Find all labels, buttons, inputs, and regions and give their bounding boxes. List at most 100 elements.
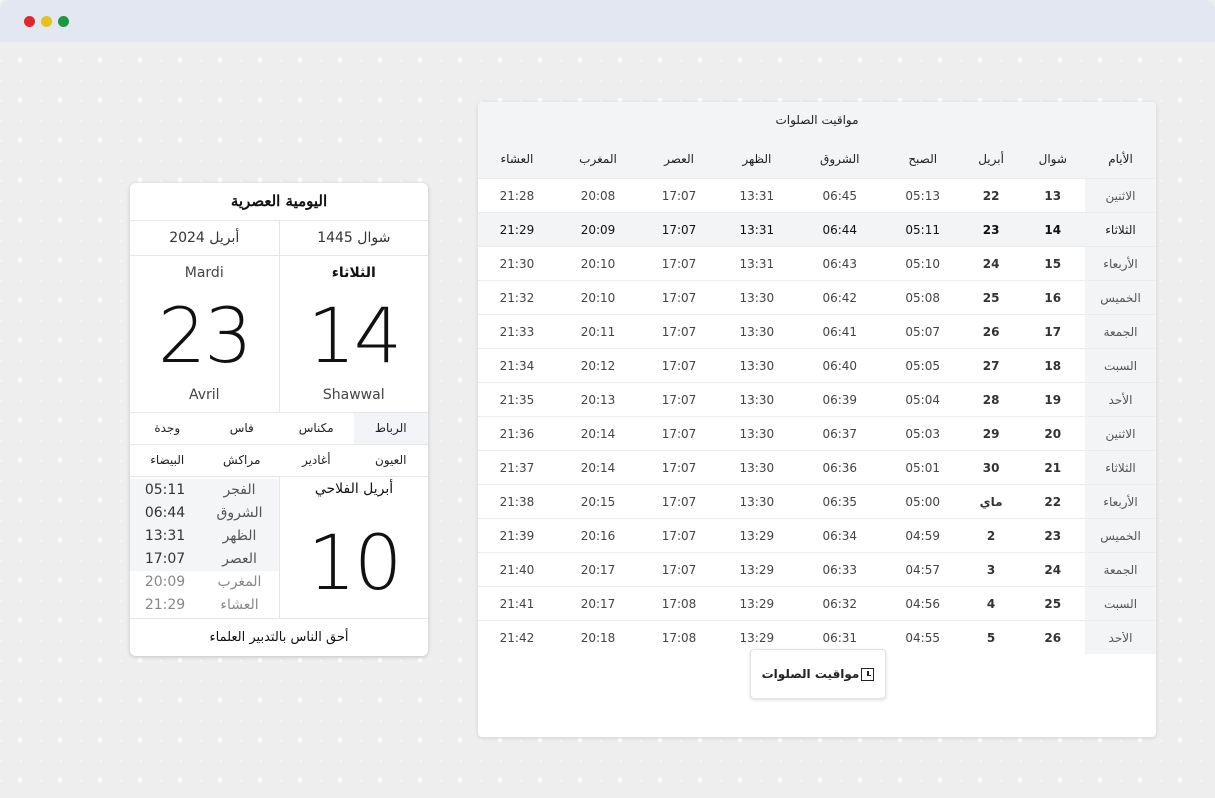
table-cell: 13:30 [717, 484, 796, 519]
table-cell: ماي [961, 484, 1021, 519]
city-tab[interactable]: البيضاء [130, 445, 205, 476]
table-cell: 06:36 [795, 450, 884, 485]
table-cell: 05:10 [883, 246, 962, 281]
table-row: الخميس 16 25 05:08 06:42 13:30 17:07 20:10 21:32 [478, 280, 1156, 315]
table-cell: 21:33 [478, 314, 556, 349]
table-cell: 25 [1020, 586, 1085, 621]
table-cell: 04:57 [883, 552, 962, 587]
prayer-table-panel: مواقيت الصلوات الأيام شوال أبريل الصبح ا… [478, 102, 1156, 737]
table-cell: 21:36 [478, 416, 556, 451]
table-row: الأربعاء 15 24 05:10 06:43 13:31 17:07 20:10 21:… [478, 246, 1156, 281]
table-cell: 21:37 [478, 450, 556, 485]
table-cell: الثلاثاء [1085, 450, 1156, 485]
prayer-name: العشاء [220, 597, 259, 613]
prayer-times-list: 05:11 الفجر 06:44 الشروق 13:31 الظهر 17:… [130, 477, 280, 618]
table-cell: 13:31 [717, 212, 796, 247]
table-cell: 13:30 [717, 416, 796, 451]
city-tab[interactable]: أغادير [279, 445, 354, 476]
table-cell: 17:07 [640, 314, 718, 349]
table-cell: 25 [961, 280, 1021, 315]
column-header: العشاء [478, 140, 556, 179]
column-header: الأيام [1085, 140, 1156, 179]
minimize-window-button[interactable] [41, 16, 52, 27]
table-cell: 3 [961, 552, 1021, 587]
table-cell: 05:03 [883, 416, 962, 451]
city-tab[interactable]: العيون [354, 445, 429, 476]
table-cell: الجمعة [1085, 552, 1156, 587]
table-row: الاثنين 13 22 05:13 06:45 13:31 17:07 20:08 21:2… [478, 178, 1156, 213]
hijri-month-name: Shawwal [322, 387, 385, 403]
table-cell: 06:45 [795, 178, 884, 213]
table-header-row: الأيام شوال أبريل الصبح الشروق الظهر الع… [478, 140, 1156, 179]
prayer-row: 17:07 العصر [130, 548, 279, 571]
maximize-window-button[interactable] [58, 16, 69, 27]
table-cell: 20:09 [555, 212, 641, 247]
table-cell: 21:30 [478, 246, 556, 281]
table-cell: 28 [961, 382, 1021, 417]
prayer-times-button-label: مواقيت الصلوات [761, 667, 860, 681]
day-column-filler [1087, 622, 1156, 632]
table-cell: 17:07 [640, 382, 718, 417]
table-cell: السبت [1085, 586, 1156, 621]
table-cell: 5 [961, 620, 1021, 654]
table-cell: 04:55 [883, 620, 962, 654]
table-cell: 21:41 [478, 586, 556, 621]
greg-month-year: أبريل 2024 [130, 221, 280, 255]
table-cell: 21:35 [478, 382, 556, 417]
table-cell: الخميس [1085, 518, 1156, 553]
city-tab[interactable]: وجدة [130, 413, 205, 444]
column-header: العصر [640, 140, 718, 179]
table-cell: 13 [1020, 178, 1085, 213]
date-display: Mardi 23 Avril الثلاثاء 14 Shawwal [130, 256, 428, 413]
table-cell: 13:30 [717, 314, 796, 349]
clock-icon [861, 667, 875, 681]
table-cell: 17:07 [640, 416, 718, 451]
city-selector-row-2: العيون أغادير مراكش البيضاء [130, 445, 428, 477]
table-cell: 20:10 [555, 246, 641, 281]
table-row: الثلاثاء 21 30 05:01 06:36 13:30 17:07 20:14 21:… [478, 450, 1156, 485]
agri-day-number: 10 [307, 518, 403, 607]
table-row: الجمعة 17 26 05:07 06:41 13:30 17:07 20:11 21:33 [478, 314, 1156, 349]
table-body: الاثنين 13 22 05:13 06:45 13:31 17:07 20:08 21:2… [478, 178, 1156, 654]
city-tab[interactable]: مراكش [205, 445, 280, 476]
prayer-times-button[interactable]: مواقيت الصلوات [750, 649, 886, 699]
table-cell: 05:01 [883, 450, 962, 485]
table-cell: 29 [961, 416, 1021, 451]
prayer-time: 21:29 [144, 597, 186, 613]
table-cell: الاثنين [1085, 178, 1156, 213]
table-cell: 05:07 [883, 314, 962, 349]
close-window-button[interactable] [24, 16, 35, 27]
table-row: السبت 18 27 05:05 06:40 13:30 17:07 20:12 21:34 [478, 348, 1156, 383]
table-cell: 20:14 [555, 416, 641, 451]
city-tab[interactable]: فاس [205, 413, 280, 444]
table-cell: 21:34 [478, 348, 556, 383]
table-row: الأربعاء 22 ماي 05:00 06:35 13:30 17:07 20:15 21… [478, 484, 1156, 519]
table-cell: 05:13 [883, 178, 962, 213]
prayer-name: المغرب [217, 574, 262, 590]
table-cell: 17:07 [640, 552, 718, 587]
table-cell: 20:12 [555, 348, 641, 383]
quote-text: أحق الناس بالتدبير العلماء [209, 630, 349, 645]
table-row: الجمعة 24 3 04:57 06:33 13:29 17:07 20:17 21:40 [478, 552, 1156, 587]
hijri-date-panel: الثلاثاء 14 Shawwal [280, 256, 429, 412]
city-tab[interactable]: الرباط [353, 413, 428, 444]
table-cell: 24 [1020, 552, 1085, 587]
table-cell: 17:07 [640, 450, 718, 485]
card-title: اليومية العصرية [130, 183, 428, 221]
table-cell: 17:07 [640, 246, 718, 281]
table-cell: 13:31 [717, 178, 796, 213]
month-year-row: أبريل 2024 شوال 1445 [130, 221, 428, 256]
table-row: السبت 25 4 04:56 06:32 13:29 17:08 20:17 21:41 [478, 586, 1156, 621]
table-cell: 30 [961, 450, 1021, 485]
table-cell: 13:29 [717, 586, 796, 621]
table-cell: الأربعاء [1085, 484, 1156, 519]
prayer-row: 05:11 الفجر [130, 479, 279, 502]
table-cell: 21:32 [478, 280, 556, 315]
city-tab[interactable]: مكناس [279, 413, 354, 444]
prayer-name: الشروق [216, 505, 263, 521]
table-cell: 21 [1020, 450, 1085, 485]
table-cell: 20:16 [555, 518, 641, 553]
calendar-card: اليومية العصرية أبريل 2024 شوال 1445 Mar… [130, 183, 428, 656]
table-cell: 21:38 [478, 484, 556, 519]
table-cell: 20:08 [555, 178, 641, 213]
